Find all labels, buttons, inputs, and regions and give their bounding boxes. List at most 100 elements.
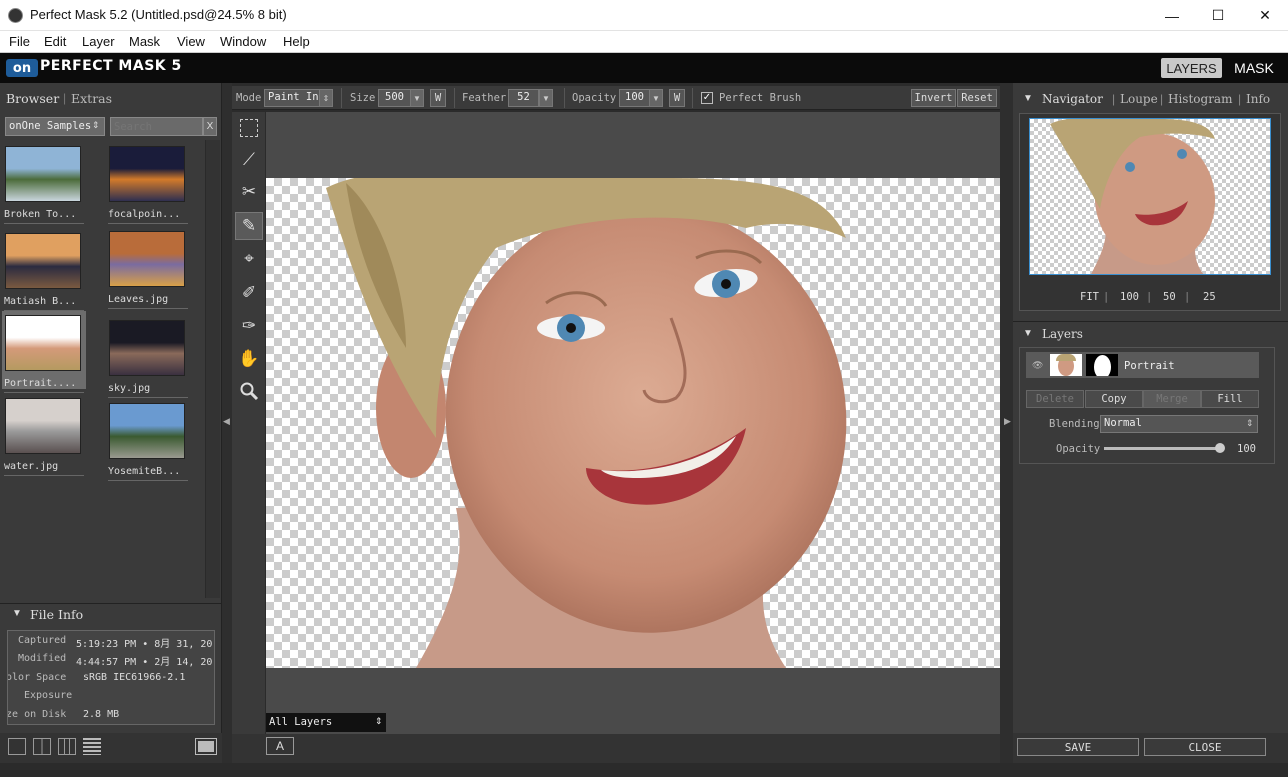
browser-search-input[interactable] <box>110 117 203 136</box>
loupe-tab[interactable]: Loupe <box>1120 92 1158 106</box>
delete-layer-button[interactable]: Delete <box>1026 390 1084 408</box>
tab-separator: | <box>63 91 67 105</box>
single-view-icon[interactable] <box>8 738 26 755</box>
feather-input[interactable]: 52 <box>508 89 539 107</box>
close-button[interactable]: CLOSE <box>1144 738 1266 756</box>
separator <box>692 88 693 108</box>
collapse-triangle-icon[interactable]: ▼ <box>12 608 22 619</box>
menu-mask[interactable]: Mask <box>129 34 160 49</box>
thumbnail-image[interactable] <box>5 233 81 289</box>
size-input[interactable]: 500 <box>378 89 411 107</box>
two-column-view-icon[interactable] <box>33 738 51 755</box>
blending-select[interactable]: Normal <box>1100 415 1258 433</box>
thumbnail-label: Matiash B... <box>4 296 84 311</box>
layers-mode-tab[interactable]: LAYERS <box>1161 58 1222 78</box>
invert-button[interactable]: Invert <box>911 89 956 107</box>
modified-value: 4:44:57 PM • 2月 14, 20 <box>76 657 213 668</box>
thumbnail-label: Broken To... <box>4 209 84 224</box>
mode-select[interactable]: Paint In <box>264 89 320 107</box>
thumbnail-image[interactable] <box>5 398 81 454</box>
size-w-button[interactable]: W <box>430 89 446 107</box>
app-icon <box>8 8 23 23</box>
navigator-tab[interactable]: Navigator <box>1042 92 1103 106</box>
opacity-slider-handle[interactable] <box>1215 443 1225 453</box>
info-tab[interactable]: Info <box>1246 92 1270 106</box>
thumbnail-image[interactable] <box>5 315 81 371</box>
filmstrip-icon[interactable] <box>195 738 217 755</box>
close-window-button[interactable]: ✕ <box>1242 0 1288 31</box>
thumbnail-image[interactable] <box>109 403 185 459</box>
file-info-title: File Info <box>30 607 84 622</box>
zoom-50[interactable]: 50 <box>1163 291 1176 303</box>
opacity-w-button[interactable]: W <box>669 89 685 107</box>
copy-layer-button[interactable]: Copy <box>1085 390 1143 408</box>
minimize-button[interactable]: — <box>1149 0 1195 31</box>
thumbnail-image[interactable] <box>5 146 81 202</box>
opacity-slider[interactable] <box>1104 447 1224 450</box>
mask-mode-tab[interactable]: MASK <box>1228 58 1280 78</box>
size-label: Size <box>350 92 376 104</box>
zoom-separator: | <box>1103 291 1110 303</box>
maximize-button[interactable]: ☐ <box>1195 0 1241 31</box>
hand-tool-icon[interactable]: ✋ <box>235 345 263 373</box>
onone-logo: on <box>6 59 38 77</box>
scissors-tool-icon[interactable]: ✂ <box>235 178 263 206</box>
collapse-right-arrow-icon[interactable]: ▶ <box>1004 416 1011 427</box>
navigator-collapse-icon[interactable]: ▼ <box>1023 93 1033 104</box>
clear-search-button[interactable]: X <box>203 117 217 136</box>
save-button[interactable]: SAVE <box>1017 738 1139 756</box>
three-column-view-icon[interactable] <box>58 738 76 755</box>
source-select[interactable]: onOne Samples <box>5 117 105 136</box>
thumbnail-image[interactable] <box>109 146 185 202</box>
navigator-portrait <box>1050 119 1216 274</box>
masking-brush-tool-icon[interactable]: ✎ <box>235 212 263 240</box>
histogram-tab[interactable]: Histogram <box>1168 92 1232 106</box>
menu-view[interactable]: View <box>177 34 205 49</box>
magic-brush-tool-icon[interactable]: ✐ <box>235 279 263 307</box>
feather-dropdown-icon[interactable]: ▼ <box>539 89 553 107</box>
menu-file[interactable]: File <box>9 34 30 49</box>
chisel-tool-icon[interactable]: ✑ <box>235 312 263 340</box>
mode-spin-icon[interactable]: ⇕ <box>319 89 333 107</box>
extras-tab[interactable]: Extras <box>71 91 112 106</box>
layers-collapse-icon[interactable]: ▼ <box>1023 328 1033 339</box>
zoom-fit[interactable]: FIT <box>1080 291 1099 303</box>
menu-help[interactable]: Help <box>283 34 310 49</box>
a-button[interactable]: A <box>266 737 294 755</box>
merge-layer-button[interactable]: Merge <box>1143 390 1201 408</box>
zoom-25[interactable]: 25 <box>1203 291 1216 303</box>
crop-tool-icon[interactable]: ⟋ <box>235 146 263 174</box>
fill-layer-button[interactable]: Fill <box>1201 390 1259 408</box>
tab-separator: | <box>1160 92 1164 106</box>
thumbnail-image[interactable] <box>109 320 185 376</box>
visibility-eye-icon[interactable]: 👁 <box>1032 360 1043 371</box>
opacity-dropdown-icon[interactable]: ▼ <box>649 89 663 107</box>
thumbnail-image[interactable] <box>109 231 185 287</box>
menu-layer[interactable]: Layer <box>82 34 115 49</box>
menu-edit[interactable]: Edit <box>44 34 66 49</box>
thumbnail-label: YosemiteB... <box>108 466 188 481</box>
perfect-brush-label: Perfect Brush <box>719 92 802 104</box>
updown-icon: ⇕ <box>1246 418 1254 428</box>
browser-tab[interactable]: Browser <box>6 91 59 106</box>
opacity-input[interactable]: 100 <box>619 89 650 107</box>
zoom-100[interactable]: 100 <box>1120 291 1139 303</box>
blending-label: Blending <box>1049 418 1100 430</box>
modified-label: Modified <box>18 653 67 664</box>
pen-tool-icon[interactable]: ⌖ <box>235 245 263 273</box>
navigator-preview[interactable] <box>1029 118 1271 275</box>
perfect-brush-checkbox[interactable]: ✓ <box>701 92 713 104</box>
menu-window[interactable]: Window <box>220 34 266 49</box>
tab-separator: | <box>1112 92 1116 106</box>
thumbnail-scrollbar[interactable] <box>205 140 220 598</box>
size-dropdown-icon[interactable]: ▼ <box>410 89 424 107</box>
layer-view-select[interactable]: All Layers <box>266 713 386 732</box>
image-canvas[interactable] <box>266 178 1000 668</box>
zoom-tool-icon[interactable] <box>235 377 263 405</box>
app-name: PERFECT MASK 5 <box>40 58 182 74</box>
transform-tool-icon[interactable] <box>235 114 263 142</box>
list-view-icon[interactable] <box>83 738 101 755</box>
reset-button[interactable]: Reset <box>957 89 997 107</box>
status-strip <box>0 763 1288 777</box>
collapse-left-arrow-icon[interactable]: ◀ <box>223 416 230 427</box>
